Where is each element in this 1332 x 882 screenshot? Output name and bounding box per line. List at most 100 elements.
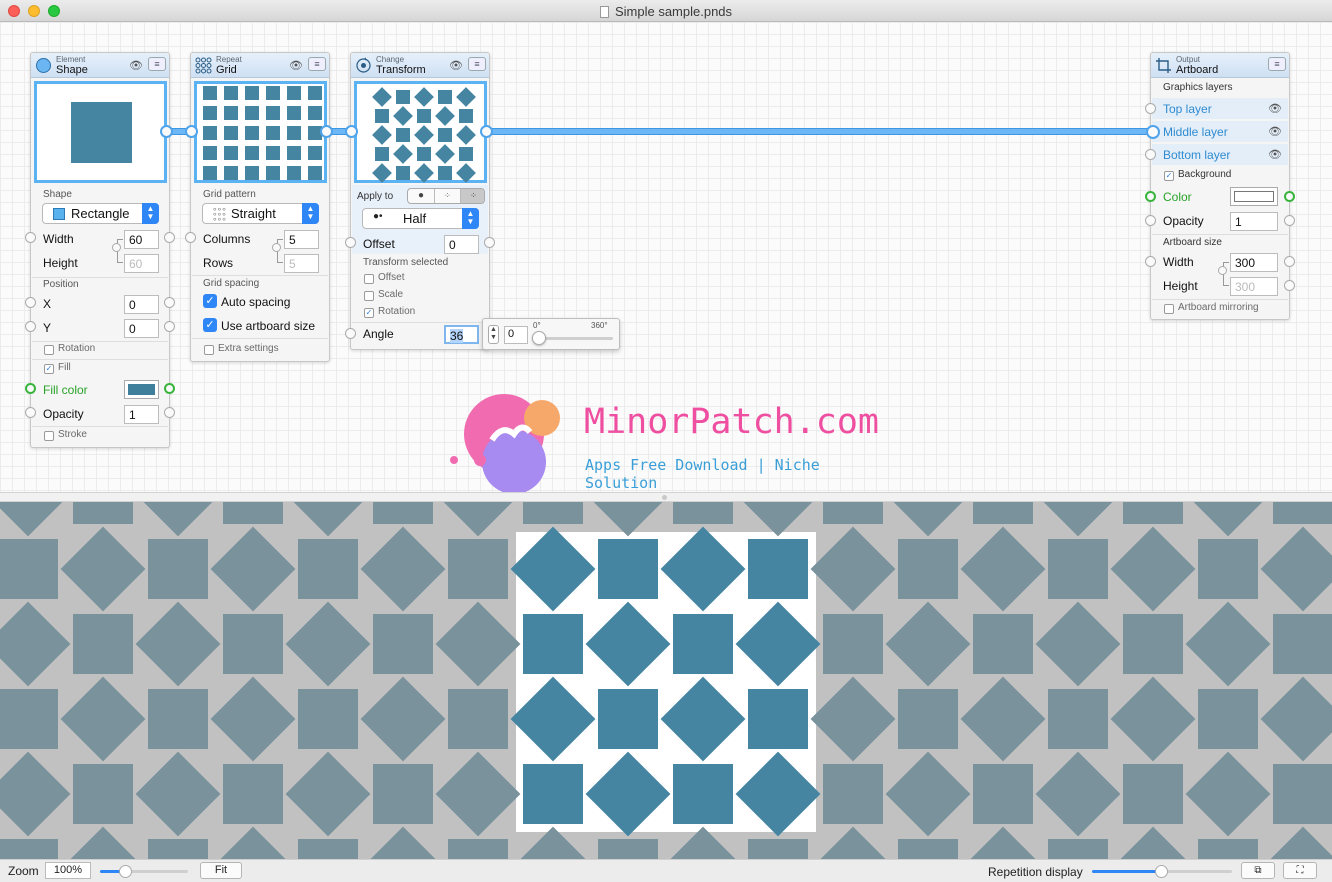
x-field[interactable]: 0	[124, 295, 159, 314]
background-checkbox[interactable]: ✓	[1164, 171, 1174, 181]
opacity-input-port[interactable]	[25, 407, 36, 418]
fill-checkbox[interactable]: ✓	[44, 364, 54, 374]
artboard-node[interactable]: Output Artboard ≡ Graphics layers Top la…	[1145, 52, 1295, 320]
rows-field[interactable]: 5	[284, 254, 319, 273]
fit-button[interactable]: Fit	[200, 862, 242, 879]
transform-rotation-checkbox[interactable]: ✓	[364, 308, 374, 318]
columns-input-port[interactable]	[185, 232, 196, 243]
eye-icon[interactable]: 👁	[1268, 125, 1282, 138]
repetition-slider-track[interactable]	[1092, 865, 1232, 878]
link-proportions-toggle[interactable]	[272, 243, 281, 252]
apply-single-icon[interactable]: ●	[408, 189, 434, 203]
height-output-port[interactable]	[1284, 280, 1295, 291]
grid-input-port[interactable]	[185, 125, 198, 138]
fill-color-output-port[interactable]	[164, 383, 175, 394]
columns-field[interactable]: 5	[284, 230, 319, 249]
apply-all-icon[interactable]: ⁘	[434, 189, 460, 203]
transform-node[interactable]: Change Transform 👁 ≡ Apply to ● ⁘ ⁘ ●• H…	[345, 52, 495, 350]
color-output-port[interactable]	[1284, 191, 1295, 202]
opacity-input-port[interactable]	[1145, 215, 1156, 226]
shape-node[interactable]: Element Shape 👁 ≡ Shape Rectangle ▲ ▼ Wid…	[25, 52, 175, 448]
menu-icon[interactable]: ≡	[308, 57, 326, 71]
link-proportions-toggle[interactable]	[1218, 266, 1227, 275]
background-color-well[interactable]	[1230, 187, 1278, 206]
apply-selected-icon[interactable]: ⁘	[460, 189, 484, 203]
y-input-port[interactable]	[25, 321, 36, 332]
width-input-port[interactable]	[25, 232, 36, 243]
y-output-port[interactable]	[164, 321, 175, 332]
offset-output-port[interactable]	[484, 237, 495, 248]
rotation-checkbox[interactable]	[44, 345, 54, 355]
node-header[interactable]: Output Artboard ≡	[1151, 53, 1289, 78]
offset-field[interactable]: 0	[444, 235, 479, 254]
apply-to-segmented[interactable]: ● ⁘ ⁘	[407, 188, 485, 204]
angle-slider-knob[interactable]	[531, 331, 546, 345]
zoom-slider-track[interactable]	[100, 865, 188, 878]
x-input-port[interactable]	[25, 297, 36, 308]
menu-icon[interactable]: ≡	[1268, 57, 1286, 71]
fill-color-well[interactable]	[124, 380, 159, 399]
connection-wire[interactable]	[484, 128, 1156, 135]
node-header[interactable]: Change Transform 👁 ≡	[351, 53, 489, 78]
opacity-output-port[interactable]	[164, 407, 175, 418]
transform-mode-popup[interactable]: ●• Half ▲ ▼	[362, 208, 479, 229]
menu-icon[interactable]: ≡	[468, 57, 486, 71]
shape-type-popup[interactable]: Rectangle ▲ ▼	[42, 203, 159, 224]
menu-icon[interactable]: ≡	[148, 57, 166, 71]
bottom-layer-input-port[interactable]	[1145, 149, 1156, 160]
shape-output-port[interactable]	[160, 125, 173, 138]
opacity-field[interactable]: 1	[124, 405, 159, 424]
node-editor[interactable]: Element Shape 👁 ≡ Shape Rectangle ▲ ▼ Wid…	[0, 22, 1332, 494]
opacity-output-port[interactable]	[1284, 215, 1295, 226]
grid-node[interactable]: Repeat Grid 👁 ≡ Grid pattern ∘∘∘ ∘∘∘ ∘∘∘ S…	[185, 52, 330, 362]
transform-offset-checkbox[interactable]	[364, 274, 374, 284]
eye-icon[interactable]: 👁	[1268, 148, 1282, 161]
angle-slider-track[interactable]	[531, 331, 613, 345]
y-field[interactable]: 0	[124, 319, 159, 338]
repetition-slider-knob[interactable]	[1155, 865, 1168, 878]
angle-field[interactable]: 36	[444, 325, 479, 344]
artboard-input-port[interactable]	[1146, 125, 1160, 139]
x-output-port[interactable]	[164, 297, 175, 308]
eye-icon[interactable]: 👁	[289, 59, 303, 72]
artboard-mirroring-checkbox[interactable]	[1164, 304, 1174, 314]
stroke-checkbox[interactable]	[44, 431, 54, 441]
fullscreen-button[interactable]: ⛶	[1283, 862, 1317, 879]
offset-input-port[interactable]	[345, 237, 356, 248]
extra-settings-checkbox[interactable]	[204, 345, 214, 355]
eye-icon[interactable]: 👁	[1268, 102, 1282, 115]
color-input-port[interactable]	[1145, 191, 1156, 202]
eye-icon[interactable]: 👁	[449, 59, 463, 72]
splitter[interactable]	[0, 492, 1332, 502]
width-output-port[interactable]	[1284, 256, 1295, 267]
zoom-slider-knob[interactable]	[119, 865, 133, 878]
opacity-field[interactable]: 1	[1230, 212, 1278, 231]
eye-icon[interactable]: 👁	[129, 59, 143, 72]
artboard-height-field[interactable]: 300	[1230, 277, 1278, 296]
use-artboard-size-checkbox[interactable]: ✓	[203, 318, 217, 332]
angle-stepper[interactable]: ▲ ▼	[488, 325, 499, 344]
height-field[interactable]: 60	[124, 254, 159, 273]
transform-output-port[interactable]	[480, 125, 493, 138]
node-header[interactable]: Element Shape 👁 ≡	[31, 53, 169, 78]
width-output-port[interactable]	[164, 232, 175, 243]
angle-popover[interactable]: ▲ ▼ 0 0° 360°	[482, 318, 620, 350]
grid-output-port[interactable]	[320, 125, 333, 138]
preview-canvas[interactable]	[0, 502, 1332, 859]
top-layer-input-port[interactable]	[1145, 103, 1156, 114]
link-proportions-toggle[interactable]	[112, 243, 121, 252]
transform-input-port[interactable]	[345, 125, 358, 138]
width-input-port[interactable]	[1145, 256, 1156, 267]
node-header[interactable]: Repeat Grid 👁 ≡	[191, 53, 329, 78]
grid-pattern-popup[interactable]: ∘∘∘ ∘∘∘ ∘∘∘ Straight ▲ ▼	[202, 203, 319, 224]
zoom-field[interactable]: 100%	[45, 862, 91, 879]
angle-stepper-field[interactable]: 0	[504, 326, 528, 344]
fill-color-input-port[interactable]	[25, 383, 36, 394]
angle-input-port[interactable]	[345, 328, 356, 339]
transform-scale-checkbox[interactable]	[364, 291, 374, 301]
auto-spacing-checkbox[interactable]: ✓	[203, 294, 217, 308]
artboard-width-field[interactable]: 300	[1230, 253, 1278, 272]
window-mode-button[interactable]: ⧉	[1241, 862, 1275, 879]
splitter-grip[interactable]	[662, 495, 667, 500]
width-field[interactable]: 60	[124, 230, 159, 249]
